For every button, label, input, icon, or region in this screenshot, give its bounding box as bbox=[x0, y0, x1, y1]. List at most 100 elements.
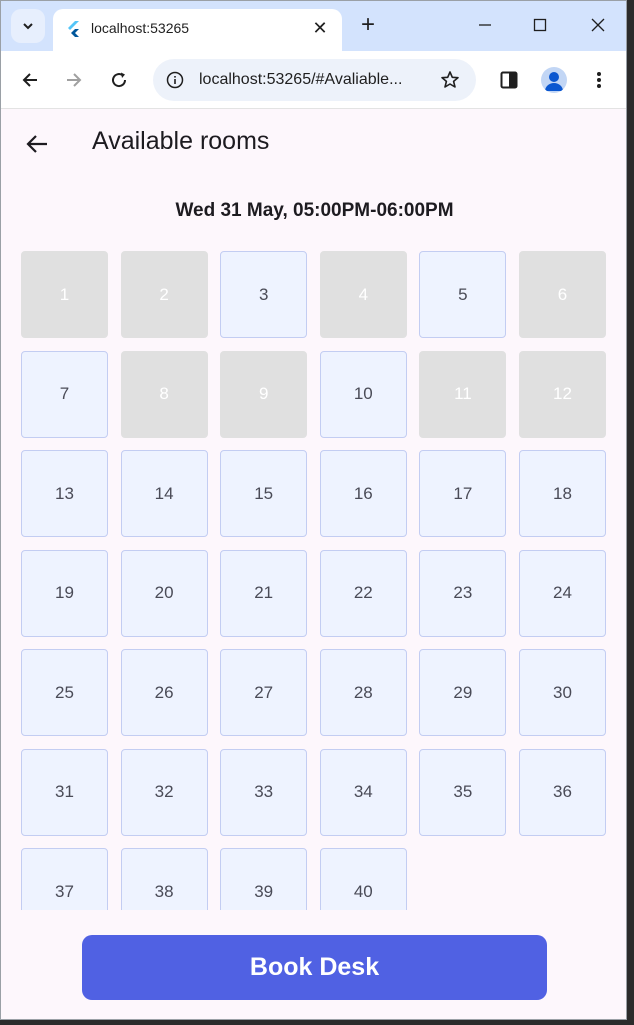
room-number: 3 bbox=[258, 284, 269, 304]
room-tile-27[interactable]: 27 bbox=[220, 649, 308, 736]
profile-avatar[interactable] bbox=[541, 67, 567, 93]
room-tile-40[interactable]: 40 bbox=[319, 848, 407, 910]
back-nav-button[interactable] bbox=[15, 65, 45, 95]
maximize-button[interactable] bbox=[526, 11, 554, 39]
room-number: 12 bbox=[553, 384, 572, 403]
menu-button[interactable] bbox=[584, 65, 614, 95]
room-number: 36 bbox=[553, 782, 572, 801]
room-tile-5[interactable]: 5 bbox=[419, 251, 507, 338]
room-tile-11: 11 bbox=[419, 350, 507, 438]
room-number: 16 bbox=[353, 483, 373, 503]
room-tile-32[interactable]: 32 bbox=[120, 748, 208, 836]
room-number: 4 bbox=[358, 284, 369, 304]
flutter-icon bbox=[68, 21, 79, 37]
room-tile-23[interactable]: 23 bbox=[419, 549, 507, 637]
room-tile-38[interactable]: 38 bbox=[120, 848, 208, 910]
room-number: 35 bbox=[453, 782, 473, 801]
room-number: 18 bbox=[553, 483, 572, 503]
address-bar[interactable]: localhost:53265/#Avaliable... bbox=[153, 59, 476, 101]
new-tab-button[interactable]: + bbox=[355, 13, 381, 39]
room-number: 39 bbox=[254, 881, 274, 901]
room-tile-33[interactable]: 33 bbox=[220, 748, 308, 836]
room-grid: 1 2 3 4 5 6 7 8 9 10 11 12 13 14 15 16 17 18 19 20 21 22 23 24 2… bbox=[1, 250, 626, 910]
room-tile-34[interactable]: 34 bbox=[319, 748, 407, 836]
browser-tab[interactable]: localhost:53265 ✕ bbox=[53, 9, 342, 51]
room-number: 25 bbox=[55, 682, 74, 702]
room-number: 19 bbox=[55, 583, 74, 602]
room-tile-25[interactable]: 25 bbox=[21, 649, 108, 736]
room-number: 30 bbox=[553, 682, 572, 702]
side-panel-button[interactable] bbox=[494, 65, 524, 95]
room-tile-20[interactable]: 20 bbox=[120, 549, 208, 637]
page-title: Available rooms bbox=[92, 127, 270, 155]
room-number: 29 bbox=[453, 682, 473, 702]
room-tile-28[interactable]: 28 bbox=[319, 649, 407, 736]
room-number: 32 bbox=[154, 782, 174, 801]
room-number: 26 bbox=[154, 682, 174, 702]
room-tile-4: 4 bbox=[319, 251, 407, 338]
room-number: 17 bbox=[453, 483, 473, 503]
room-tile-7[interactable]: 7 bbox=[21, 350, 108, 438]
room-tile-29[interactable]: 29 bbox=[419, 649, 507, 736]
minimize-button[interactable] bbox=[471, 11, 499, 39]
room-tile-21[interactable]: 21 bbox=[220, 549, 308, 637]
room-tile-30[interactable]: 30 bbox=[519, 649, 606, 736]
room-tile-14[interactable]: 14 bbox=[120, 450, 208, 537]
room-tile-35[interactable]: 35 bbox=[419, 748, 507, 836]
room-tile-13[interactable]: 13 bbox=[21, 450, 108, 537]
reload-button[interactable] bbox=[104, 65, 134, 95]
room-number: 6 bbox=[557, 284, 568, 304]
room-tile-8: 8 bbox=[120, 350, 208, 438]
site-info-icon[interactable] bbox=[163, 68, 187, 92]
room-number: 20 bbox=[154, 583, 174, 602]
room-tile-31[interactable]: 31 bbox=[21, 748, 108, 836]
room-tile-18[interactable]: 18 bbox=[519, 450, 606, 537]
tab-search-button[interactable] bbox=[11, 9, 45, 43]
room-number: 38 bbox=[154, 881, 174, 901]
minimize-icon bbox=[479, 24, 491, 26]
room-tile-3[interactable]: 3 bbox=[220, 251, 308, 338]
room-number: 21 bbox=[254, 583, 274, 602]
room-tile-39[interactable]: 39 bbox=[220, 848, 308, 910]
room-number: 7 bbox=[59, 384, 70, 403]
close-icon bbox=[591, 18, 605, 32]
room-number: 14 bbox=[154, 483, 174, 503]
room-tile-15[interactable]: 15 bbox=[220, 450, 308, 537]
room-tile-16[interactable]: 16 bbox=[319, 450, 407, 537]
room-number: 10 bbox=[353, 384, 373, 403]
close-tab-icon[interactable]: ✕ bbox=[310, 18, 330, 38]
room-tile-19[interactable]: 19 bbox=[21, 549, 108, 637]
room-tile-26[interactable]: 26 bbox=[120, 649, 208, 736]
bookmark-star-icon[interactable] bbox=[438, 68, 462, 92]
room-number: 28 bbox=[353, 682, 373, 702]
room-tile-17[interactable]: 17 bbox=[419, 450, 507, 537]
room-number: 23 bbox=[453, 583, 473, 602]
room-number: 5 bbox=[458, 284, 468, 304]
tab-title: localhost:53265 bbox=[91, 20, 190, 36]
room-tile-37[interactable]: 37 bbox=[21, 848, 108, 910]
room-number: 9 bbox=[258, 384, 269, 403]
maximize-icon bbox=[533, 18, 547, 32]
room-number: 2 bbox=[159, 284, 169, 304]
side-panel-icon bbox=[500, 71, 518, 89]
browser-window: localhost:53265 ✕ + localhost:53265/#Ava… bbox=[0, 0, 627, 1020]
arrow-right-icon bbox=[67, 73, 82, 87]
room-tile-24[interactable]: 24 bbox=[519, 549, 606, 637]
arrow-left-icon bbox=[26, 135, 47, 153]
url-text[interactable]: localhost:53265/#Avaliable... bbox=[199, 71, 402, 89]
chevron-down-icon bbox=[23, 23, 33, 30]
room-number: 33 bbox=[254, 782, 274, 801]
room-tile-2: 2 bbox=[120, 251, 208, 338]
room-tile-22[interactable]: 22 bbox=[319, 549, 407, 637]
app-back-button[interactable] bbox=[21, 130, 53, 158]
room-tile-36[interactable]: 36 bbox=[519, 748, 606, 836]
room-number: 31 bbox=[55, 782, 74, 801]
room-number: 34 bbox=[353, 782, 373, 801]
forward-nav-button[interactable] bbox=[59, 65, 89, 95]
room-tile-10[interactable]: 10 bbox=[319, 350, 407, 438]
browser-toolbar: localhost:53265/#Avaliable... bbox=[1, 51, 626, 109]
room-number: 13 bbox=[55, 483, 74, 503]
room-tile-12: 12 bbox=[519, 350, 606, 438]
close-window-button[interactable] bbox=[584, 11, 612, 39]
book-desk-button[interactable]: Book Desk bbox=[82, 935, 547, 1000]
